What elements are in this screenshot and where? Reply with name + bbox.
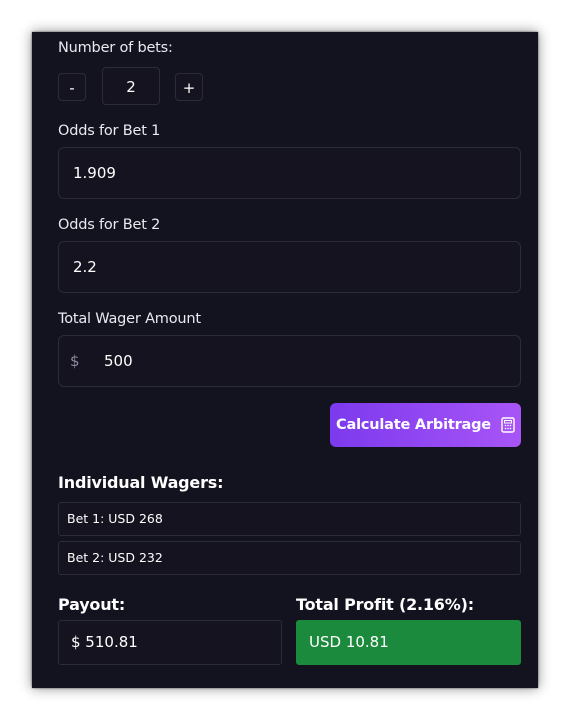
total-wager-input[interactable]: $ 500 (58, 335, 521, 387)
total-profit-label: Total Profit (2.16%): (296, 595, 474, 614)
payout-value: $ 510.81 (58, 620, 282, 665)
odds-bet-2-label: Odds for Bet 2 (58, 217, 161, 233)
total-wager-value: 500 (104, 352, 133, 370)
calculate-arbitrage-label: Calculate Arbitrage (336, 417, 491, 433)
calculator-icon (501, 417, 515, 433)
currency-symbol: $ (70, 352, 80, 370)
total-wager-label: Total Wager Amount (58, 311, 201, 327)
individual-wager-row: Bet 2: USD 232 (58, 541, 521, 575)
odds-bet-1-input[interactable]: 1.909 (58, 147, 521, 199)
individual-wager-row: Bet 1: USD 268 (58, 502, 521, 536)
total-profit-value: USD 10.81 (296, 620, 521, 665)
arbitrage-calculator-panel: Number of bets: - 2 + Odds for Bet 1 1.9… (32, 32, 538, 688)
individual-wagers-title: Individual Wagers: (58, 473, 224, 492)
calculate-arbitrage-button[interactable]: Calculate Arbitrage (330, 403, 521, 447)
number-of-bets-input[interactable]: 2 (102, 67, 160, 105)
decrement-button[interactable]: - (58, 73, 86, 101)
payout-label: Payout: (58, 595, 126, 614)
odds-bet-2-input[interactable]: 2.2 (58, 241, 521, 293)
increment-button[interactable]: + (175, 73, 203, 101)
number-of-bets-label: Number of bets: (58, 40, 173, 56)
odds-bet-1-label: Odds for Bet 1 (58, 123, 161, 139)
